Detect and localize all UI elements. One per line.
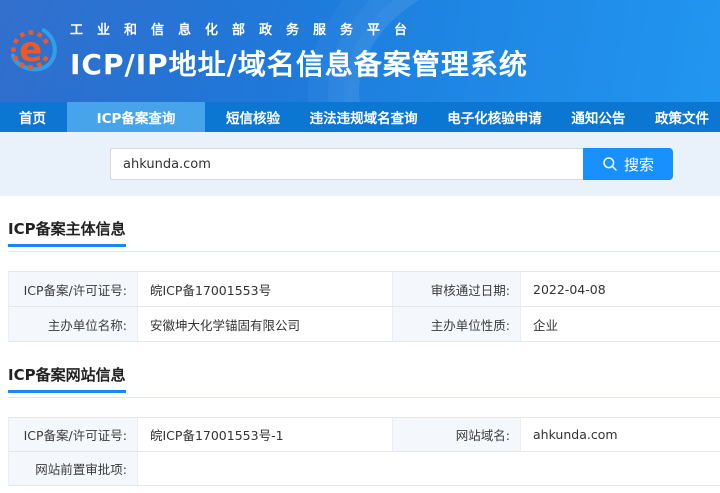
- field-value-icp-number: 皖ICP备17001553号: [138, 272, 393, 307]
- field-value-site-icp-number: 皖ICP备17001553号-1: [138, 418, 393, 452]
- section-title-subject: ICP备案主体信息: [8, 218, 126, 247]
- nav-item-notices[interactable]: 通知公告: [562, 102, 634, 132]
- field-value-pre-approval: [138, 452, 720, 486]
- gear-e-logo[interactable]: e: [8, 18, 60, 84]
- content-area: ICP备案主体信息 ICP备案/许可证号: 皖ICP备17001553号 审核通…: [0, 218, 720, 486]
- section-title-website: ICP备案网站信息: [8, 364, 126, 393]
- website-info-table: ICP备案/许可证号: 皖ICP备17001553号-1 网站域名: ahkun…: [8, 417, 720, 486]
- system-title: ICP/IP地址/域名信息备案管理系统: [70, 48, 528, 81]
- section-head-website: ICP备案网站信息: [8, 364, 720, 398]
- field-label: 主办单位名称:: [9, 307, 138, 342]
- field-label: 网站域名:: [393, 418, 521, 452]
- platform-title: 工业和信息化部政务服务平台: [70, 23, 422, 38]
- field-value-organizer-nature: 企业: [521, 307, 720, 342]
- svg-text:e: e: [19, 30, 42, 70]
- search-section: 搜索: [0, 132, 720, 196]
- nav-item-home[interactable]: 首页: [10, 102, 55, 132]
- search-button[interactable]: 搜索: [583, 148, 673, 180]
- field-label: ICP备案/许可证号:: [9, 418, 138, 452]
- section-head-subject: ICP备案主体信息: [8, 218, 720, 252]
- field-value-site-domain: ahkunda.com: [521, 418, 720, 452]
- search-box: 搜索: [110, 148, 673, 180]
- nav-item-policy-docs[interactable]: 政策文件: [646, 102, 718, 132]
- subject-info-table: ICP备案/许可证号: 皖ICP备17001553号 审核通过日期: 2022-…: [8, 271, 720, 342]
- search-input[interactable]: [110, 148, 583, 180]
- field-label: 审核通过日期:: [393, 272, 521, 307]
- nav-item-illegal-domain-query[interactable]: 违法违规域名查询: [301, 102, 427, 132]
- nav-item-e-verify-apply[interactable]: 电子化核验申请: [438, 102, 551, 132]
- app-header: e 工业和信息化部政务服务平台 ICP/IP地址/域名信息备案管理系统: [0, 0, 720, 102]
- search-button-label: 搜索: [623, 155, 654, 174]
- nav-item-sms-verify[interactable]: 短信核验: [217, 102, 289, 132]
- search-icon: [603, 157, 617, 171]
- main-nav: 首页 ICP备案查询 短信核验 违法违规域名查询 电子化核验申请 通知公告 政策…: [0, 102, 720, 132]
- field-value-review-date: 2022-04-08: [521, 272, 720, 307]
- nav-item-icp-query[interactable]: ICP备案查询: [66, 102, 206, 132]
- field-value-organizer-name: 安徽坤大化学锚固有限公司: [138, 307, 393, 342]
- field-label: 主办单位性质:: [393, 307, 521, 342]
- field-label: ICP备案/许可证号:: [9, 272, 138, 307]
- field-label: 网站前置审批项:: [9, 452, 138, 486]
